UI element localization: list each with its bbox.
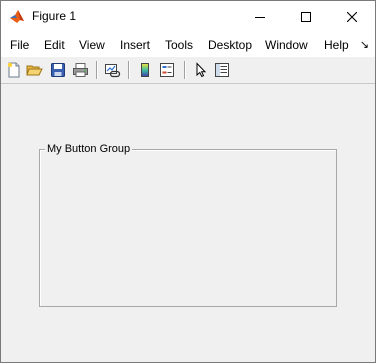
maximize-button[interactable] [283,1,329,32]
print-button[interactable] [71,60,90,79]
insert-colorbar-button[interactable] [135,60,154,79]
print-icon [73,62,88,77]
pointer-icon [196,61,206,77]
menu-insert[interactable]: Insert [120,38,150,52]
insert-legend-icon [159,62,174,77]
new-figure-icon [7,62,19,77]
minimize-button[interactable] [237,1,283,32]
menu-window[interactable]: Window [265,38,308,52]
figure-window: Figure 1 File Edit View Insert Tools Des… [0,0,376,363]
insert-colorbar-icon [140,62,149,77]
figure-toolbar [1,57,375,84]
menu-view[interactable]: View [79,38,105,52]
menu-edit[interactable]: Edit [44,38,65,52]
button-group-title: My Button Group [45,143,133,156]
maximize-icon [301,11,311,22]
open-file-icon [26,65,43,75]
title-bar[interactable]: Figure 1 [1,1,375,32]
menu-overflow-icon[interactable]: ↘ [360,38,369,51]
minimize-icon [255,16,265,18]
menu-tools[interactable]: Tools [165,38,193,52]
toolbar-separator [184,61,185,79]
menu-desktop[interactable]: Desktop [208,38,252,52]
property-inspector-button[interactable] [212,60,231,79]
link-plot-button[interactable] [103,60,122,79]
menu-bar: File Edit View Insert Tools Desktop Wind… [1,32,375,57]
save-button[interactable] [48,60,67,79]
close-icon [347,11,357,22]
insert-legend-button[interactable] [157,60,176,79]
close-button[interactable] [329,1,375,32]
toolbar-separator [128,61,129,79]
link-plot-icon [105,63,121,77]
matlab-logo-icon [9,8,25,24]
button-group-panel: My Button Group [39,143,337,307]
property-inspector-icon [214,62,229,77]
menu-help[interactable]: Help [324,38,349,52]
menu-file[interactable]: File [10,38,29,52]
toolbar-separator [96,61,97,79]
new-figure-button[interactable] [4,60,23,79]
window-title: Figure 1 [32,9,77,23]
edit-plot-button[interactable] [191,60,210,79]
open-file-button[interactable] [25,60,44,79]
save-icon [50,62,65,77]
